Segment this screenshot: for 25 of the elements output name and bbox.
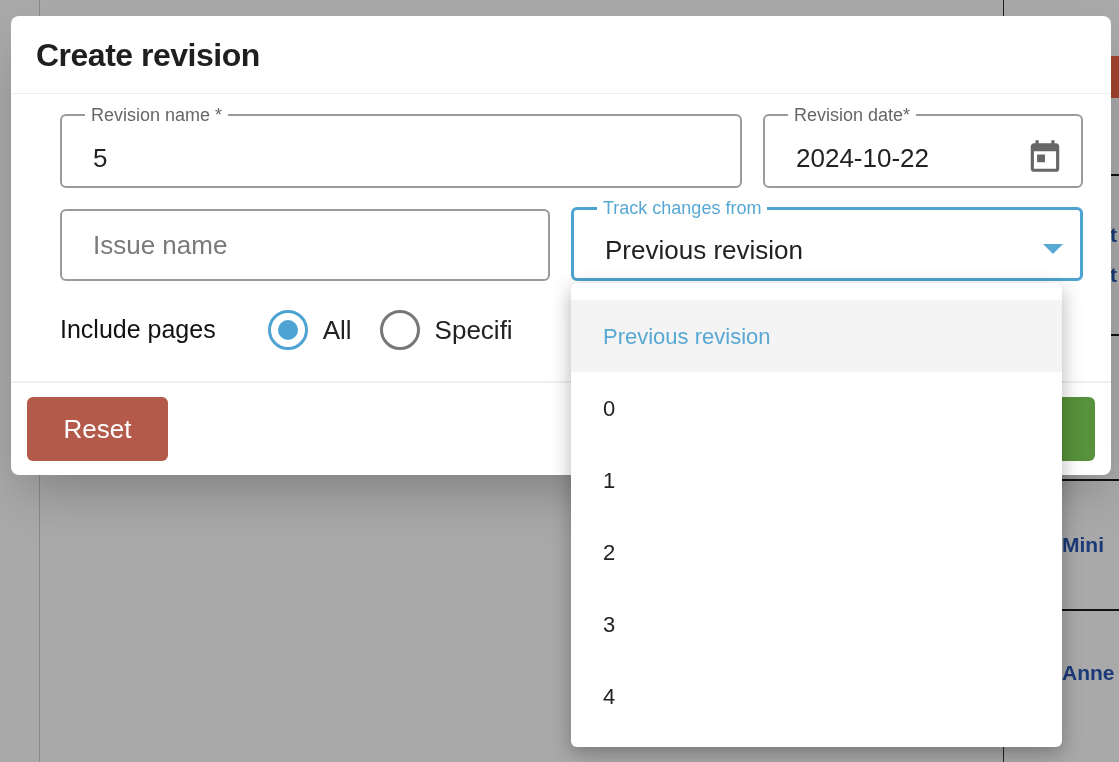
field-value: 5 — [93, 141, 109, 175]
dialog-title: Create revision — [36, 35, 260, 75]
radio-button[interactable] — [379, 310, 420, 351]
field-value: 2024-10-22 — [796, 141, 930, 175]
radio-label[interactable]: All — [322, 310, 352, 350]
field-label: Revision name * — [90, 104, 224, 127]
field-label: Revision date* — [793, 104, 912, 127]
caret-icon — [1043, 243, 1063, 254]
cell-text: t — [1110, 262, 1117, 288]
dropdown-option[interactable]: 2 — [571, 516, 1062, 588]
radio-label[interactable]: Specifi — [434, 310, 513, 350]
cell-text: Anne — [1062, 659, 1115, 686]
field-label: Track changes from — [602, 197, 763, 220]
dropdown-option[interactable]: 3 — [571, 588, 1062, 660]
cell-text: Mini — [1062, 532, 1104, 558]
input-field[interactable]: Issue name — [60, 209, 550, 282]
field-label: Include pages — [60, 314, 216, 346]
radio-button[interactable] — [267, 310, 308, 351]
field-value: Previous revision — [605, 234, 804, 268]
reset-button[interactable]: Reset — [27, 397, 168, 462]
dropdown-option[interactable]: 1 — [571, 444, 1062, 516]
dropdown-option[interactable]: 4 — [571, 660, 1062, 732]
issue-name-input[interactable]: Issue name — [93, 225, 517, 265]
cell-text: t — [1110, 222, 1117, 248]
dropdown-option[interactable]: 0 — [571, 372, 1062, 444]
